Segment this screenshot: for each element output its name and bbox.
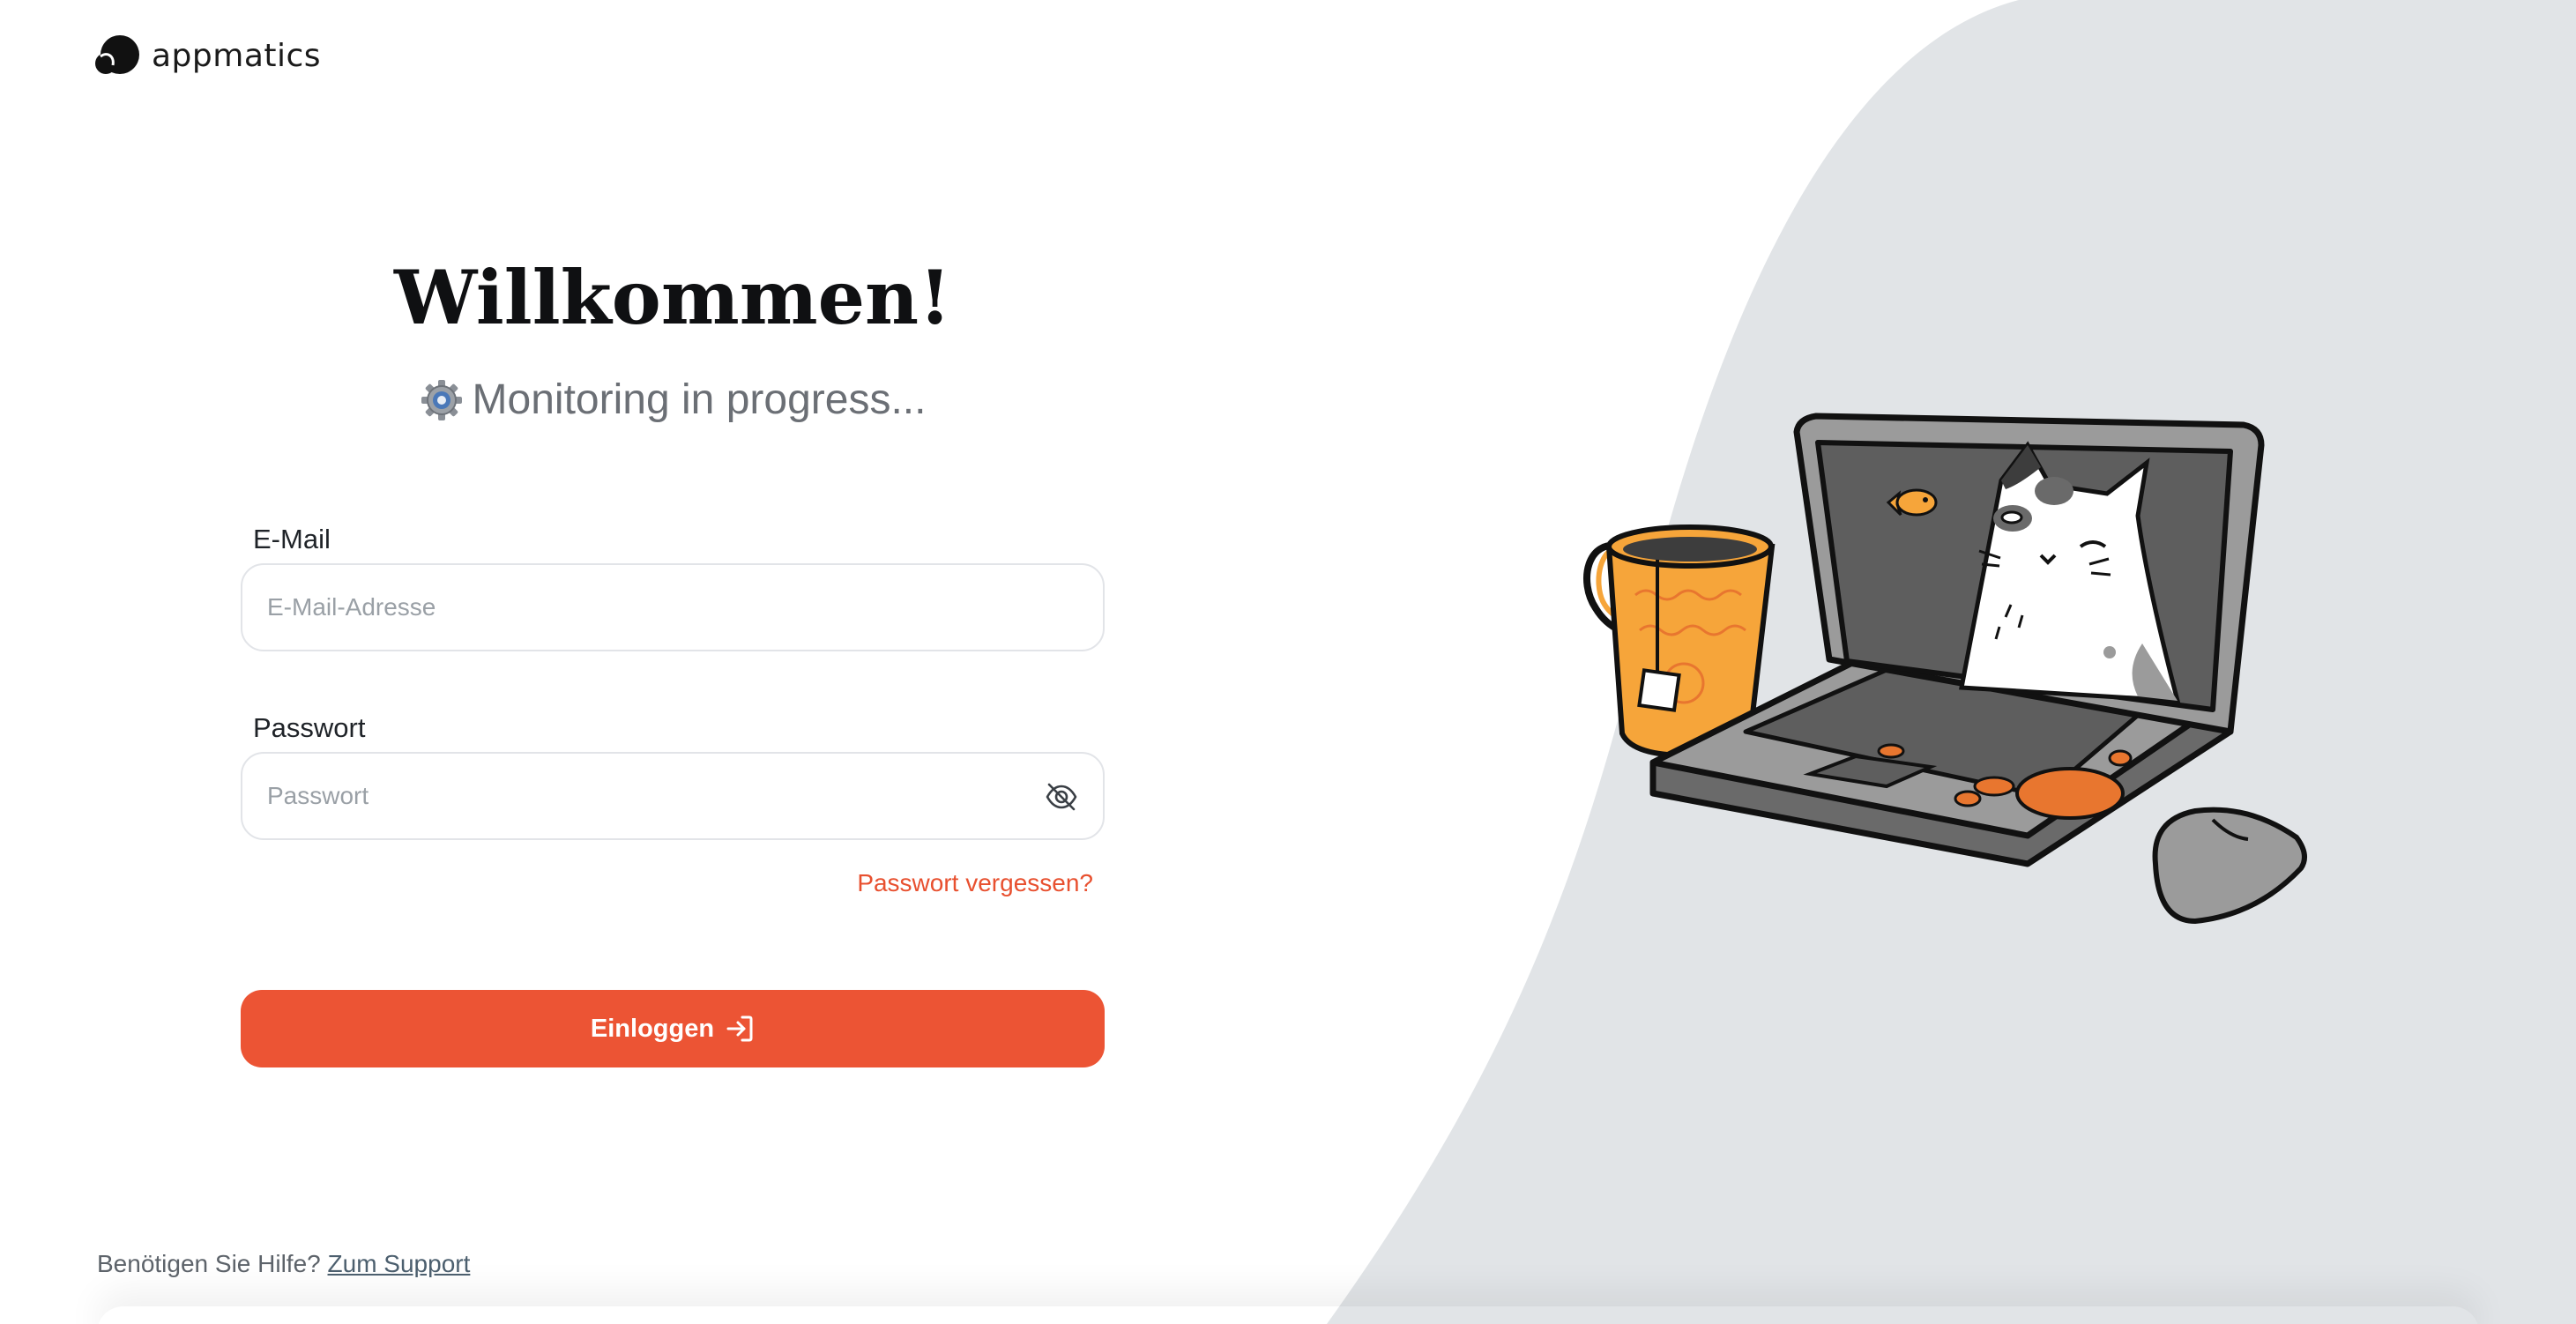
- bottom-shadow: [97, 1306, 2479, 1324]
- gear-icon: [421, 379, 462, 420]
- support-link[interactable]: Zum Support: [328, 1250, 471, 1277]
- mouse-illustration: [2152, 807, 2307, 925]
- login-page: appmatics Willkommen! Monitoring in prog…: [0, 0, 2576, 1324]
- logo-icon: [95, 35, 139, 74]
- login-arrow-icon: [726, 1015, 753, 1042]
- email-field[interactable]: [242, 565, 1103, 650]
- help-question: Benötigen Sie Hilfe?: [97, 1250, 321, 1277]
- page-title: Willkommen!: [394, 254, 951, 341]
- password-field-wrapper: [241, 752, 1105, 840]
- password-field[interactable]: [242, 754, 1103, 838]
- login-button[interactable]: Einloggen: [241, 990, 1105, 1067]
- forgot-password-link[interactable]: Passwort vergessen?: [857, 869, 1093, 897]
- eye-off-icon[interactable]: [1045, 780, 1078, 814]
- email-label: E-Mail: [253, 524, 331, 554]
- help-text: Benötigen Sie Hilfe? Zum Support: [97, 1250, 470, 1278]
- password-label: Passwort: [253, 712, 366, 743]
- brand-logo[interactable]: appmatics: [95, 33, 321, 78]
- status-line: Monitoring in progress...: [0, 376, 1345, 424]
- email-field-wrapper: [241, 563, 1105, 651]
- login-button-label: Einloggen: [590, 1014, 715, 1043]
- illustration-laptop-cat: [1583, 413, 2307, 925]
- logo-wordmark: appmatics: [152, 37, 322, 74]
- status-text: Monitoring in progress...: [472, 376, 927, 423]
